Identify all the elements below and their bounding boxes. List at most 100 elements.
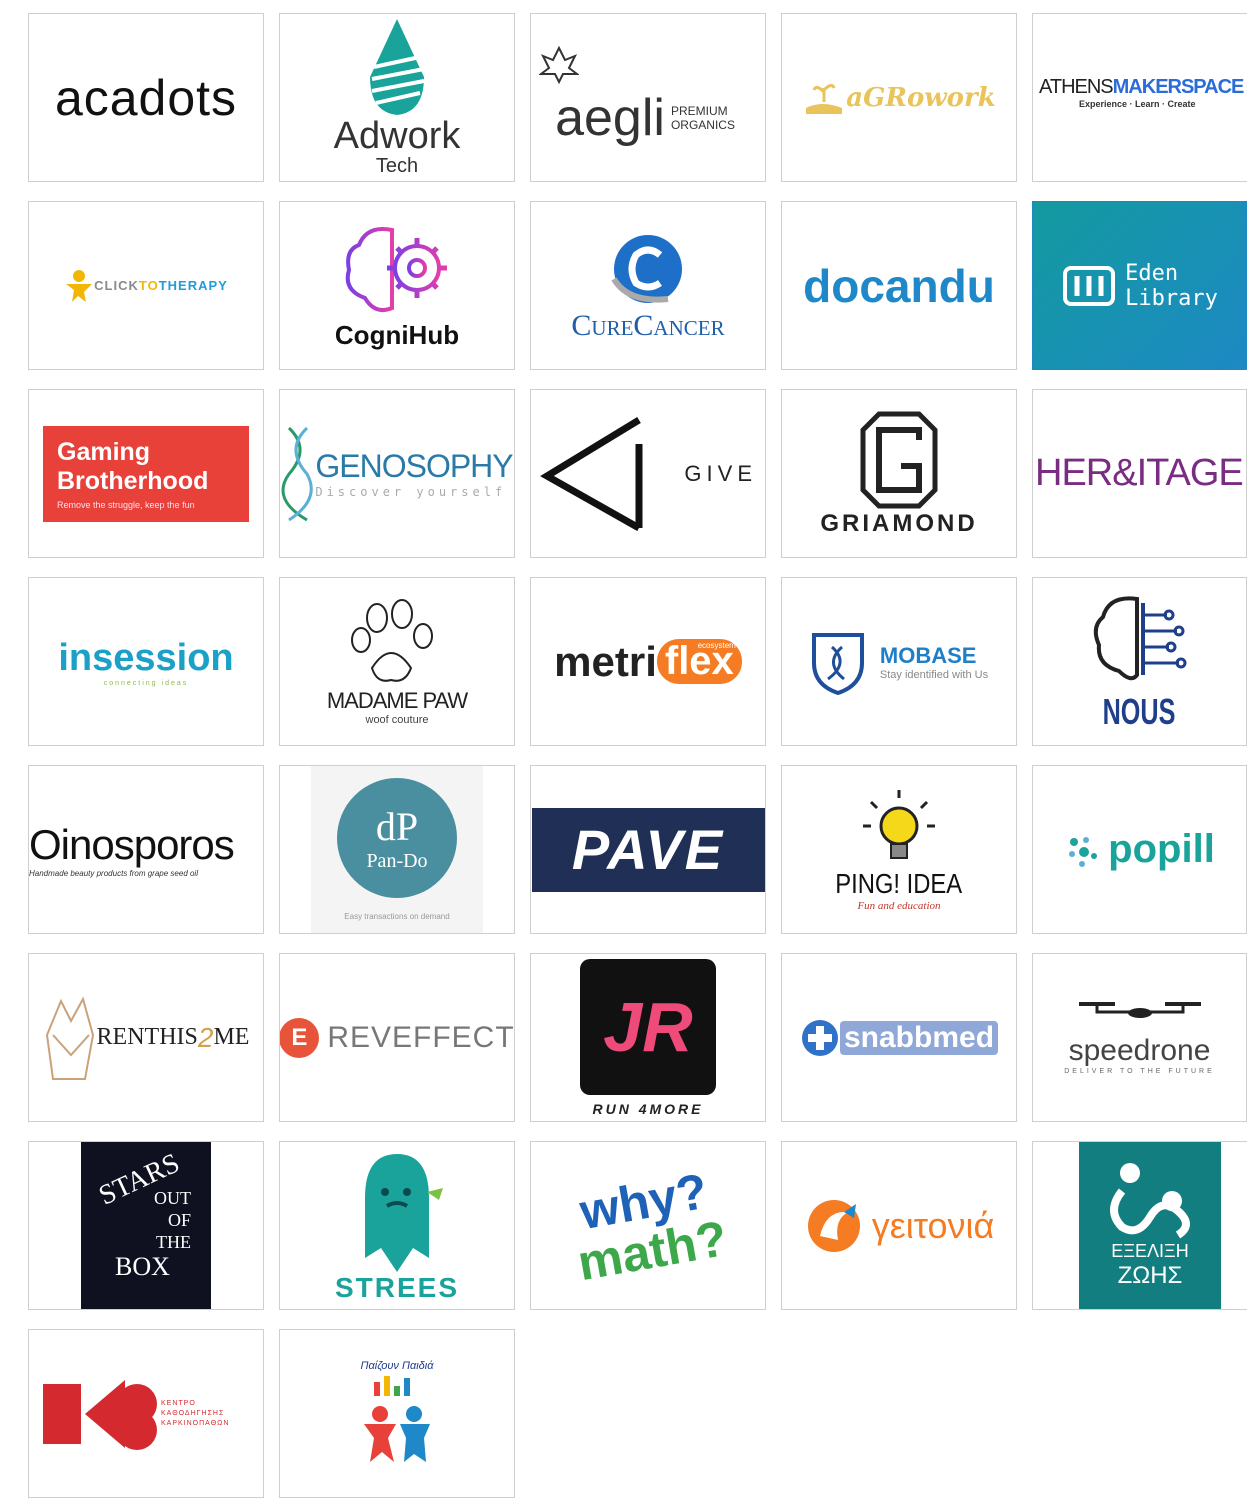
- logo-card-adwork-tech[interactable]: Adwork Tech: [279, 13, 515, 182]
- logo-text-me: ME: [213, 1024, 250, 1050]
- logo-card-mobase[interactable]: MOBASE Stay identified with Us: [781, 577, 1017, 746]
- logo-text: Adwork: [333, 115, 461, 157]
- logo-subtext: connecting ideas: [103, 679, 189, 687]
- children-playing-icon: [364, 1375, 430, 1462]
- logo-card-pave[interactable]: PAVE: [530, 765, 766, 934]
- logo-text: speedrone: [1068, 1034, 1211, 1067]
- books-icon: [1063, 265, 1116, 306]
- drop-stripes-icon: [370, 19, 425, 115]
- logo-card-griamond[interactable]: GRIAMOND: [781, 389, 1017, 558]
- logo-text: popill: [1108, 827, 1215, 871]
- logo-card-stars-out-of-the-box[interactable]: STARS OUT OF THE BOX: [28, 1141, 264, 1310]
- logo-subtext: Tech: [375, 155, 419, 177]
- logo-card-strees[interactable]: STREES: [279, 1141, 515, 1310]
- logo-text-athens: ATHENS: [1039, 76, 1114, 98]
- logo-text-library: Library: [1125, 285, 1218, 311]
- logo-text: snabbmed: [839, 1020, 999, 1055]
- logo-text-the: THE: [156, 1232, 191, 1252]
- logo-text-eden: Eden: [1125, 260, 1179, 286]
- logo-monogram: JR: [603, 987, 693, 1066]
- logo-card-insession[interactable]: insession connecting ideas: [28, 577, 264, 746]
- shield-dna-icon: [811, 632, 864, 695]
- logo-card-heritage[interactable]: HER&ITAGE: [1032, 389, 1247, 558]
- medical-cross-icon: [801, 1019, 838, 1056]
- swirl-circle-icon: [807, 1199, 860, 1252]
- logo-text-2: 2: [197, 1021, 214, 1053]
- logo-text: PING! IDEA: [835, 867, 963, 899]
- logo-card-run4more[interactable]: JR RUN 4MORE: [530, 953, 766, 1122]
- logo-text-renthis: RENTHIS: [96, 1024, 198, 1050]
- logo-text: CureCancer: [571, 308, 725, 342]
- logo-card-kentro-kathodigisis[interactable]: ΚΕΝΤΡΟ ΚΑΘΟΔΗΓΗΣΗΣ ΚΑΡΚΙΝΟΠΑΘΩΝ: [28, 1329, 264, 1498]
- logo-text: NOUS: [1103, 690, 1176, 732]
- logo-card-ping-idea[interactable]: PING! IDEA Fun and education: [781, 765, 1017, 934]
- c-globe-icon: [611, 234, 682, 303]
- logo-card-docandu[interactable]: docandu: [781, 201, 1017, 370]
- logo-text-zois: ΖΩΗΣ: [1117, 1262, 1183, 1289]
- logo-text-therapy: THERAPY: [158, 278, 228, 293]
- logo-text: RUN 4MORE: [592, 1100, 704, 1117]
- logo-text: GRIAMOND: [820, 509, 978, 537]
- logo-text-click: CLICK: [94, 278, 139, 293]
- brain-circuit-icon: [1094, 595, 1187, 680]
- logo-card-reveffect[interactable]: E REVEFFECT: [279, 953, 515, 1122]
- logo-monogram: dP: [375, 804, 419, 849]
- logo-text: γειτονιά: [871, 1204, 995, 1246]
- logo-card-nous[interactable]: NOUS: [1032, 577, 1247, 746]
- logo-text: aegli: [555, 88, 665, 147]
- logo-text: aGRowork: [846, 82, 996, 113]
- logo-subtext: Handmade beauty products from grape seed…: [29, 869, 198, 878]
- logo-card-gaming-brotherhood[interactable]: Gaming Brotherhood Remove the struggle, …: [28, 389, 264, 558]
- infinity-figure-icon: [1110, 1163, 1190, 1239]
- logo-text: Παίζουν Παιδιά: [360, 1359, 434, 1372]
- logo-card-agrowork[interactable]: aGRowork: [781, 13, 1017, 182]
- logo-card-cognihub[interactable]: CogniHub: [279, 201, 515, 370]
- logo-card-give[interactable]: GIVE: [530, 389, 766, 558]
- logo-card-athens-makerspace[interactable]: ATHENS MAKERSPACE Experience · Learn · C…: [1032, 13, 1247, 182]
- logo-card-geitonia[interactable]: γειτονιά: [781, 1141, 1017, 1310]
- logo-subtext: DELIVER TO THE FUTURE: [1064, 1068, 1215, 1075]
- logo-text-box: BOX: [115, 1252, 170, 1281]
- drone-icon: [1078, 1002, 1201, 1018]
- logo-card-genosophy[interactable]: GENOSOPHY Discover yourself: [279, 389, 515, 558]
- logo-text: MADAME PAW: [326, 687, 468, 713]
- logo-subtext: Stay identified with Us: [879, 668, 989, 681]
- logo-card-why-math[interactable]: why? math?: [530, 1141, 766, 1310]
- logo-card-oinosporos[interactable]: Oinosporos Handmade beauty products from…: [28, 765, 264, 934]
- brain-gear-icon: [345, 227, 447, 312]
- logo-card-curecancer[interactable]: CureCancer: [530, 201, 766, 370]
- logo-text: docandu: [803, 259, 995, 312]
- logo-text-of: OF: [167, 1210, 191, 1230]
- logo-card-exelixi-zois[interactable]: ΕΞΕΛΙΞΗ ΖΩΗΣ: [1032, 1141, 1247, 1310]
- logo-card-aegli[interactable]: aegli PREMIUM ORGANICS: [530, 13, 766, 182]
- logo-card-renthis2me[interactable]: RENTHIS 2 ME: [28, 953, 264, 1122]
- arrow-triangle-icon: [540, 416, 643, 531]
- paw-icon: [351, 598, 433, 682]
- k-mark-icon: [43, 1379, 157, 1450]
- logo-grid: acadots Adwork Tech aegli PREMIUM ORGANI…: [28, 13, 1247, 1498]
- logo-card-acadots[interactable]: acadots: [28, 13, 264, 182]
- logo-text: insession: [58, 636, 234, 679]
- logo-text: PAVE: [571, 818, 725, 881]
- logo-card-speedrone[interactable]: speedrone DELIVER TO THE FUTURE: [1032, 953, 1247, 1122]
- logo-card-metriflex[interactable]: metri flex ecosystem: [530, 577, 766, 746]
- logo-text-makerspace: MAKERSPACE: [1112, 76, 1245, 98]
- logo-text: STREES: [334, 1271, 460, 1303]
- logo-text-out: OUT: [154, 1188, 191, 1208]
- dna-icon: [281, 426, 313, 521]
- logo-card-popill[interactable]: popill: [1032, 765, 1247, 934]
- logo-card-click-to-therapy[interactable]: CLICK TO THERAPY: [28, 201, 264, 370]
- logo-text-brotherhood: Brotherhood: [57, 466, 209, 495]
- logo-card-snabbmed[interactable]: snabbmed: [781, 953, 1017, 1122]
- logo-card-madame-paw[interactable]: MADAME PAW woof couture: [279, 577, 515, 746]
- logo-text: Oinosporos: [29, 821, 235, 868]
- logo-subtext: ecosystem: [697, 641, 736, 650]
- logo-card-eden-library[interactable]: Eden Library: [1032, 201, 1247, 370]
- logo-text: MOBASE: [879, 642, 977, 668]
- logo-card-pan-do[interactable]: dP Pan-Do Easy transactions on demand: [279, 765, 515, 934]
- logo-subtext: Discover yourself: [315, 485, 507, 499]
- logo-text-to: TO: [138, 278, 159, 293]
- logo-subtext: woof couture: [365, 713, 429, 726]
- logo-card-paizoun-paidia[interactable]: Παίζουν Παιδιά: [279, 1329, 515, 1498]
- logo-text-metri: metri: [554, 637, 657, 685]
